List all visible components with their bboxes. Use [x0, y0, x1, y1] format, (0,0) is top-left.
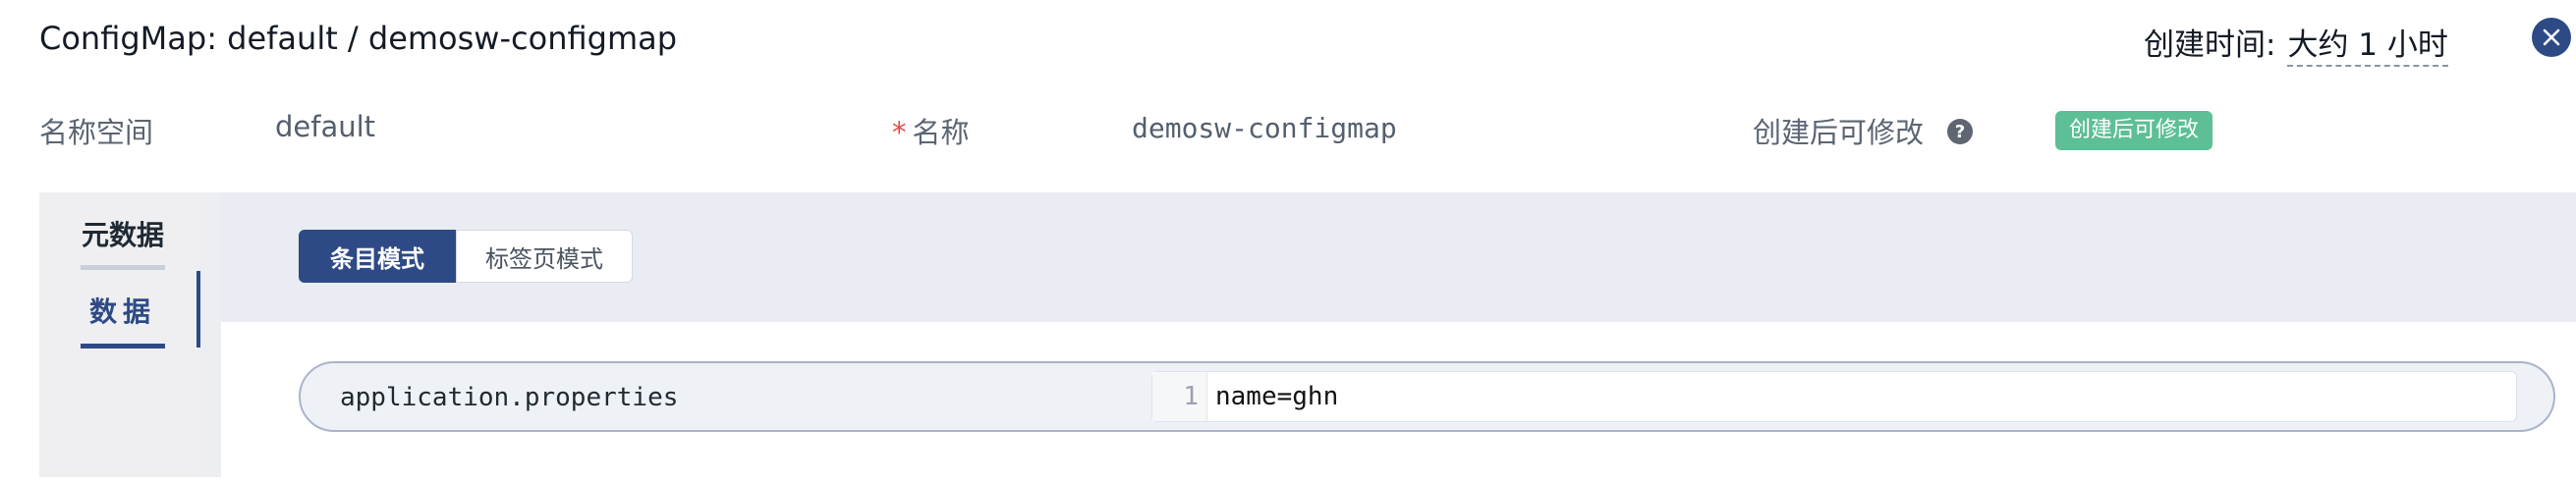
active-tab-indicator: [196, 271, 200, 348]
close-button[interactable]: [2532, 18, 2571, 57]
mutable-label: 创建后可修改: [1753, 116, 1925, 149]
data-value-editor[interactable]: 1 name=ghn: [1151, 371, 2517, 422]
page-title: ConfigMap: default / demosw-configmap: [39, 20, 678, 57]
help-icon[interactable]: ?: [1947, 119, 1973, 144]
namespace-label: 名称空间: [39, 116, 154, 149]
side-tabs: 元数据 数据: [39, 192, 200, 477]
content-area: 元数据 数据 条目模式 标签页模式 application.properties…: [39, 192, 2576, 477]
created-time-value[interactable]: 大约 1 小时: [2287, 27, 2448, 67]
close-icon: [2543, 28, 2560, 46]
name-label: * 名称: [892, 110, 970, 151]
mode-toolbar: 条目模式 标签页模式: [221, 192, 2576, 322]
name-label-text: 名称: [912, 116, 970, 149]
data-value-code[interactable]: name=ghn: [1207, 372, 1338, 421]
mutable-status-tag: 创建后可修改: [2055, 111, 2213, 150]
side-tab-metadata[interactable]: 元数据: [81, 214, 165, 270]
created-time: 创建时间: 大约 1 小时: [2144, 20, 2448, 67]
required-mark: *: [892, 116, 907, 149]
side-tab-data[interactable]: 数据: [81, 291, 165, 349]
data-panel: application.properties 1 name=ghn: [221, 322, 2576, 477]
name-value: demosw-configmap: [1132, 112, 1397, 144]
namespace-value: default: [275, 110, 376, 143]
tab-mode-button[interactable]: 标签页模式: [456, 230, 633, 283]
data-key[interactable]: application.properties: [340, 383, 678, 412]
line-number: 1: [1152, 372, 1207, 421]
created-time-label: 创建时间:: [2144, 27, 2276, 63]
data-entry-row: application.properties 1 name=ghn: [299, 361, 2555, 432]
entry-mode-button[interactable]: 条目模式: [299, 230, 456, 283]
